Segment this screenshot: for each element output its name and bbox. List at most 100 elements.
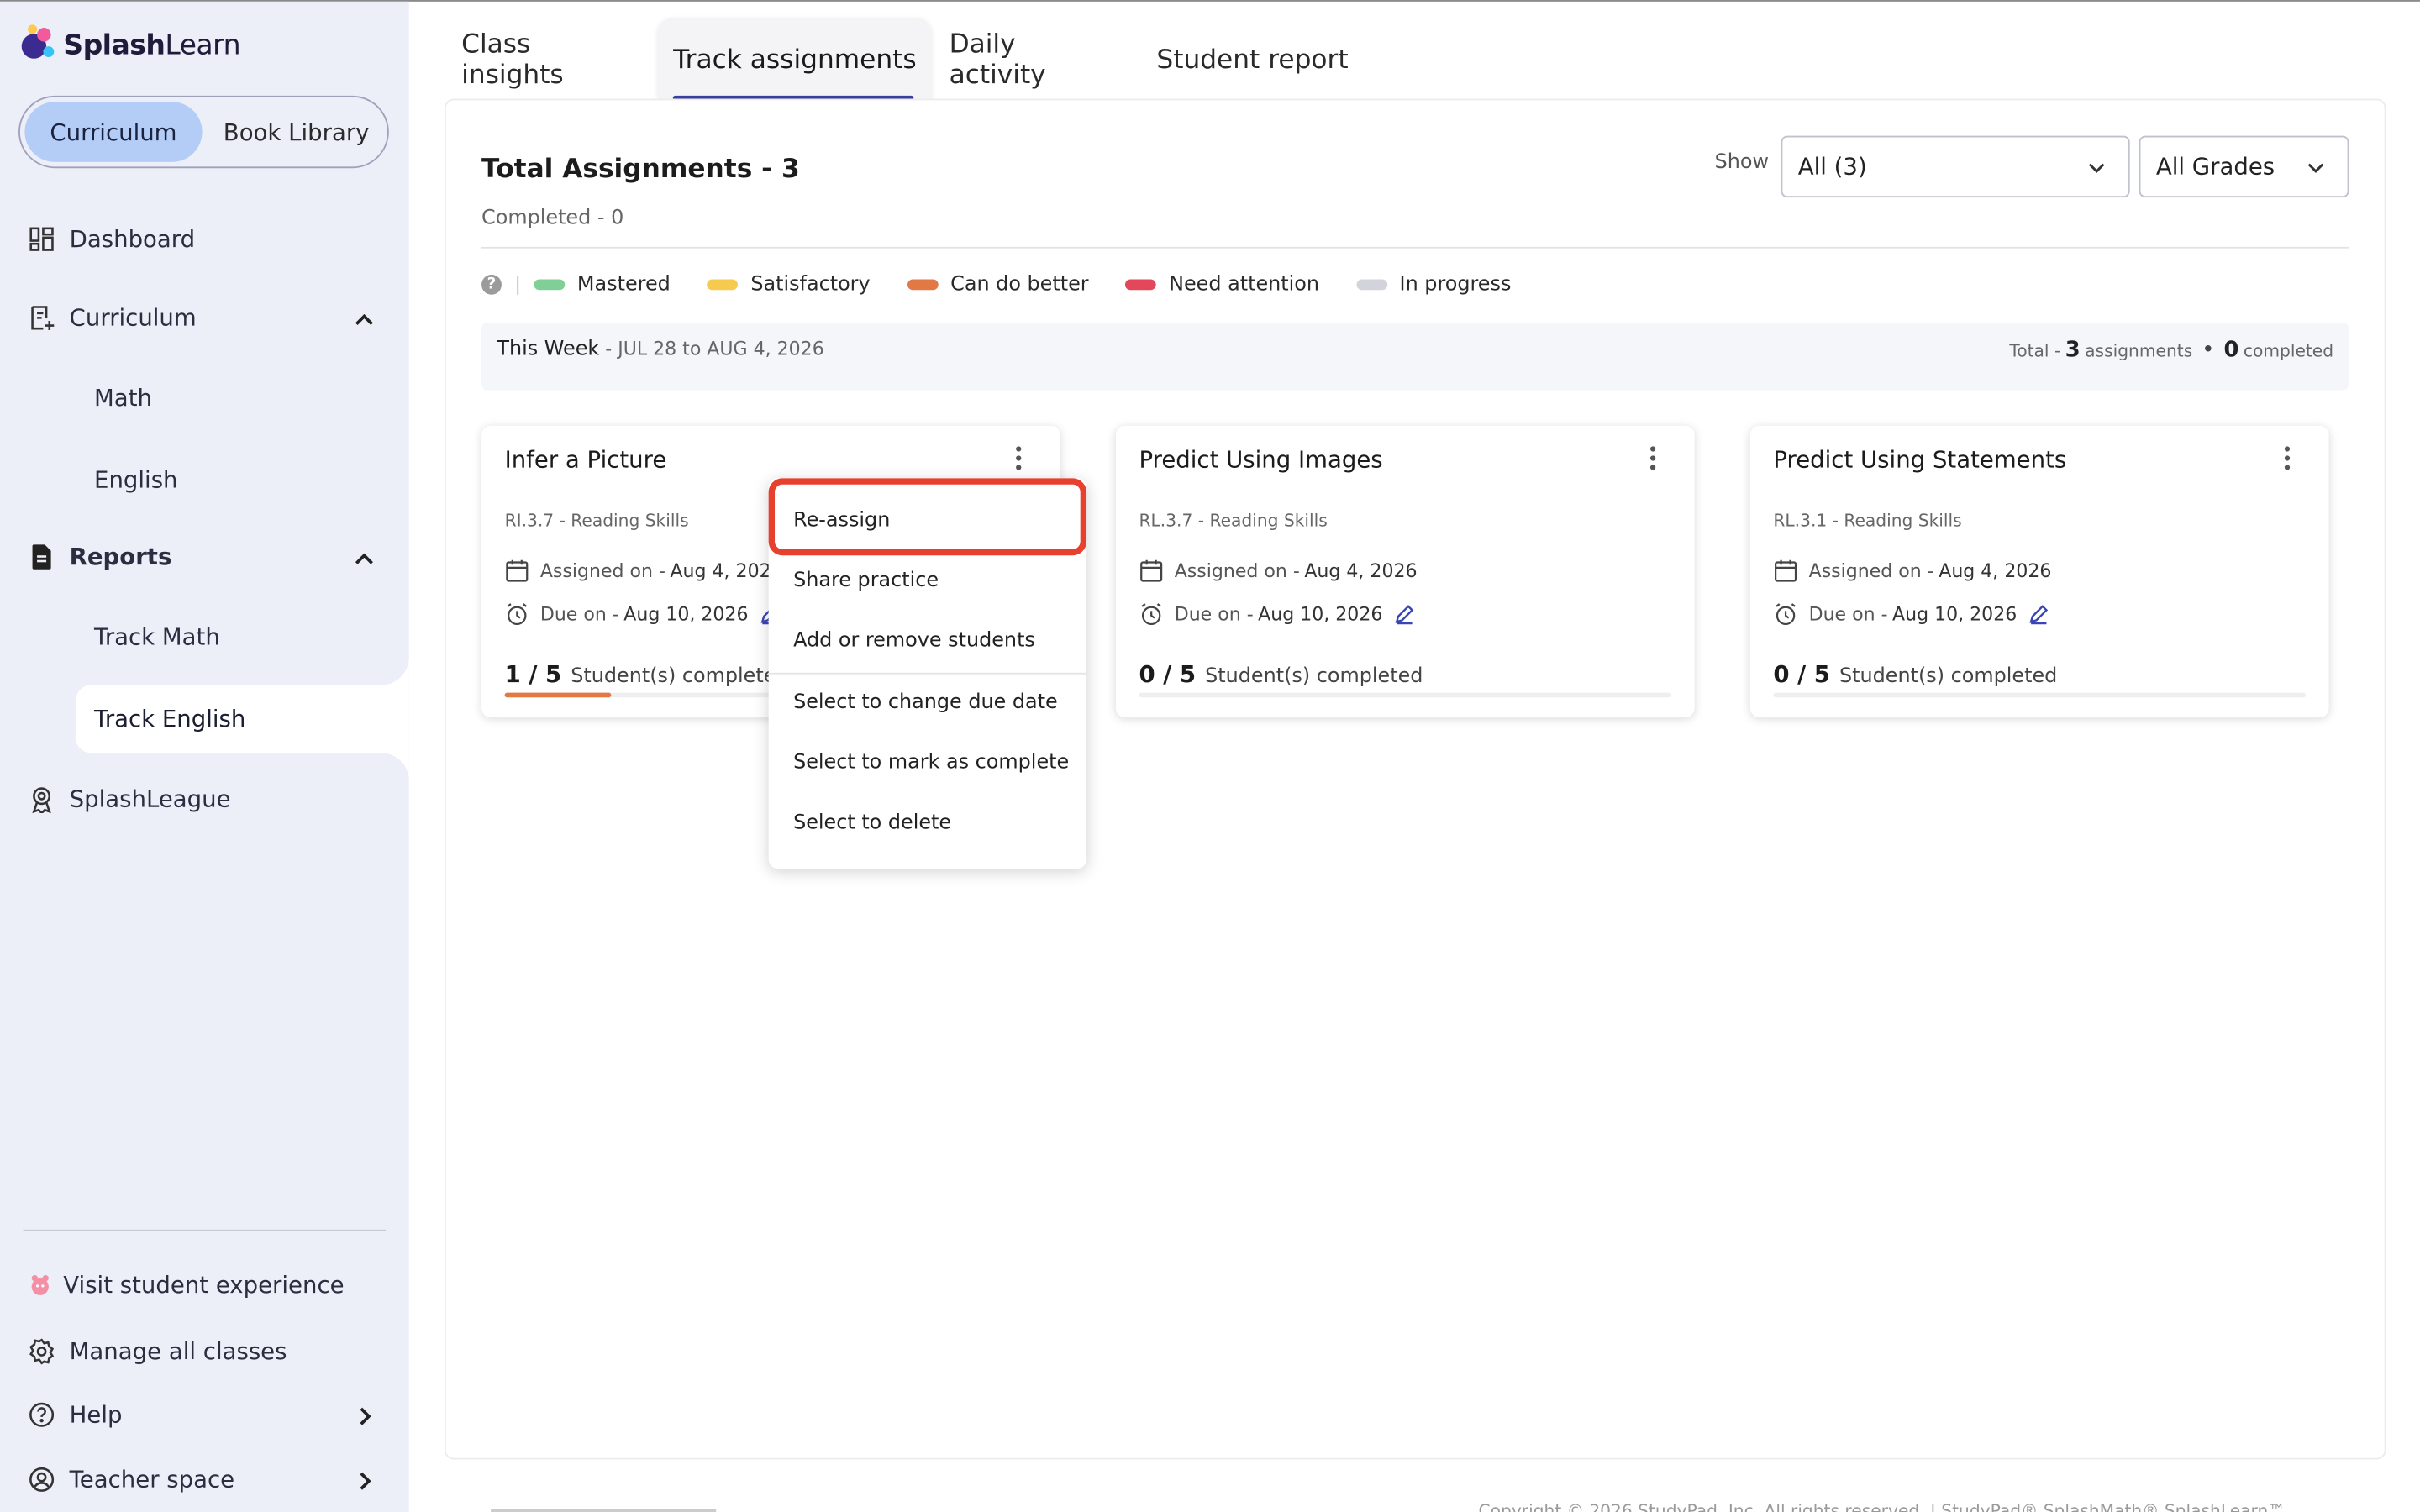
alarm-clock-icon: [507, 603, 527, 626]
week-range: - JUL 28 to AUG 4, 2026: [599, 338, 824, 360]
gear-icon: [29, 1338, 55, 1365]
edit-pencil-icon[interactable]: [1393, 603, 1415, 625]
tab-student-report[interactable]: Student report: [1155, 20, 1350, 101]
assignment-card[interactable]: Predict Using Statements RL.3.1 - Readin…: [1749, 425, 2329, 718]
splashlearn-logo[interactable]: SplashLearn: [18, 24, 241, 65]
card-standard: RI.3.7 - Reading Skills: [504, 510, 689, 531]
legend-swatch: [534, 279, 566, 291]
legend-item-need-attention: Need attention: [1125, 273, 1319, 297]
due-row: Due on - Aug 10, 2026: [1773, 601, 2049, 626]
sidebar-item-english[interactable]: English: [94, 466, 177, 494]
curriculum-icon: [31, 306, 55, 331]
legend-label: Mastered: [576, 273, 671, 297]
legend-item-can-do-better: Can do better: [907, 273, 1089, 297]
legend-label: Can do better: [950, 273, 1089, 297]
sidebar-item-label: Manage all classes: [69, 1337, 287, 1366]
student-avatar-icon: [31, 1275, 49, 1295]
week-totals: Total - 3 assignments • 0 completed: [2009, 338, 2333, 362]
progress-count: 0 / 5: [1139, 660, 1197, 689]
due-label: Due on -: [1174, 603, 1254, 625]
assignment-card[interactable]: Predict Using Images RL.3.7 - Reading Sk…: [1115, 425, 1695, 718]
tab-daily-activity[interactable]: Daily activity: [950, 20, 1121, 101]
toggle-curriculum-button[interactable]: Curriculum: [24, 102, 203, 162]
menu-item-change-due-date[interactable]: Select to change due date: [793, 691, 1058, 715]
progress-bar: [1139, 692, 1672, 698]
chevron-down-icon: [2088, 163, 2105, 173]
sidebar-item-track-english[interactable]: Track English: [75, 685, 409, 753]
more-options-icon[interactable]: [2276, 444, 2298, 472]
assigned-date: Aug 4, 2026: [1304, 559, 1418, 582]
more-options-icon[interactable]: [1642, 444, 1664, 472]
toggle-book-library-button[interactable]: Book Library: [208, 102, 384, 162]
chevron-right-icon[interactable]: [354, 1470, 376, 1492]
menu-item-mark-complete[interactable]: Select to mark as complete: [793, 751, 1069, 774]
chevron-up-icon[interactable]: [352, 546, 376, 570]
total-prefix: Total -: [2009, 340, 2061, 361]
page-title: Total Assignments - 3: [481, 154, 800, 186]
card-title: Infer a Picture: [504, 445, 667, 474]
show-label: Show: [1714, 150, 1770, 175]
sidebar-item-manage-classes[interactable]: Manage all classes: [28, 1337, 287, 1365]
edit-pencil-icon[interactable]: [2028, 603, 2049, 625]
progress-label: Student(s) completed: [571, 664, 789, 689]
sidebar-item-dashboard[interactable]: Dashboard: [28, 225, 195, 253]
help-circle-icon: [29, 1402, 55, 1427]
grade-filter-select[interactable]: All Grades: [2139, 135, 2349, 198]
sidebar: SplashLearn Curriculum Book Library Dash…: [0, 1, 409, 1512]
legend-swatch: [1356, 279, 1387, 291]
card-context-menu: Re-assign Share practice Add or remove s…: [768, 478, 1087, 869]
progress-count: 1 / 5: [504, 660, 562, 689]
help-icon[interactable]: ?: [481, 274, 502, 295]
card-progress: 1 / 5 Student(s) completed: [505, 660, 789, 688]
assigned-row: Assigned on - Aug 4, 2026: [1139, 559, 1418, 583]
card-standard: RL.3.1 - Reading Skills: [1773, 510, 1962, 531]
sidebar-item-label: Dashboard: [69, 225, 196, 254]
due-date: Aug 10, 2026: [623, 603, 749, 625]
sidebar-item-math[interactable]: Math: [94, 384, 152, 412]
calendar-icon: [1140, 559, 1163, 582]
menu-item-share-practice[interactable]: Share practice: [793, 570, 939, 593]
menu-item-add-remove-students[interactable]: Add or remove students: [793, 629, 1035, 653]
tab-class-insights[interactable]: Class insights: [461, 20, 637, 101]
chevron-right-icon[interactable]: [354, 1405, 376, 1427]
legend-label: Satisfactory: [750, 273, 871, 297]
sidebar-item-visit-student[interactable]: Visit student experience: [28, 1271, 345, 1299]
card-progress: 0 / 5 Student(s) completed: [1139, 660, 1423, 688]
sidebar-item-reports[interactable]: Reports: [28, 543, 171, 571]
medal-icon: [32, 787, 51, 813]
logo-text: SplashLearn: [63, 28, 241, 61]
calendar-icon: [506, 559, 529, 582]
footer-copyright: Copyright © 2026 StudyPad, Inc. All righ…: [1478, 1501, 2286, 1512]
chevron-down-icon: [2307, 163, 2324, 173]
card-progress: 0 / 5 Student(s) completed: [1773, 660, 2057, 688]
assignment-filter-select[interactable]: All (3): [1781, 135, 2130, 198]
sidebar-item-label: Teacher space: [69, 1465, 235, 1494]
dashboard-icon: [29, 227, 54, 251]
tab-track-assignments[interactable]: Track assignments: [657, 19, 933, 101]
menu-item-reassign[interactable]: Re-assign: [793, 509, 890, 533]
assigned-row: Assigned on - Aug 4, 2026: [505, 559, 783, 583]
due-row: Due on - Aug 10, 2026: [505, 601, 781, 626]
legend-separator: [517, 275, 519, 294]
bullet: •: [2202, 338, 2215, 363]
sidebar-item-teacher-space[interactable]: Teacher space: [28, 1466, 234, 1494]
due-label: Due on -: [1808, 603, 1888, 625]
assignments-panel: [444, 98, 2386, 1460]
legend-item-in-progress: In progress: [1356, 273, 1511, 297]
active-item-curve: [377, 753, 409, 785]
due-row: Due on - Aug 10, 2026: [1139, 601, 1414, 626]
progress-bar-fill: [504, 692, 612, 698]
chevron-up-icon[interactable]: [352, 307, 376, 332]
sidebar-item-help[interactable]: Help: [28, 1401, 122, 1429]
completed-count-value: 0: [2223, 338, 2239, 363]
legend-item-satisfactory: Satisfactory: [707, 273, 871, 297]
assigned-label: Assigned on -: [539, 559, 666, 582]
sidebar-item-track-math[interactable]: Track Math: [94, 623, 220, 651]
more-options-icon[interactable]: [1007, 444, 1029, 472]
menu-item-delete[interactable]: Select to delete: [793, 811, 951, 835]
card-title: Predict Using Statements: [1773, 445, 2067, 474]
sidebar-item-splashleague[interactable]: SplashLeague: [28, 785, 231, 813]
sidebar-item-curriculum[interactable]: Curriculum: [28, 304, 197, 332]
total-suffix: assignments: [2085, 340, 2193, 361]
select-value: All Grades: [2155, 152, 2275, 181]
